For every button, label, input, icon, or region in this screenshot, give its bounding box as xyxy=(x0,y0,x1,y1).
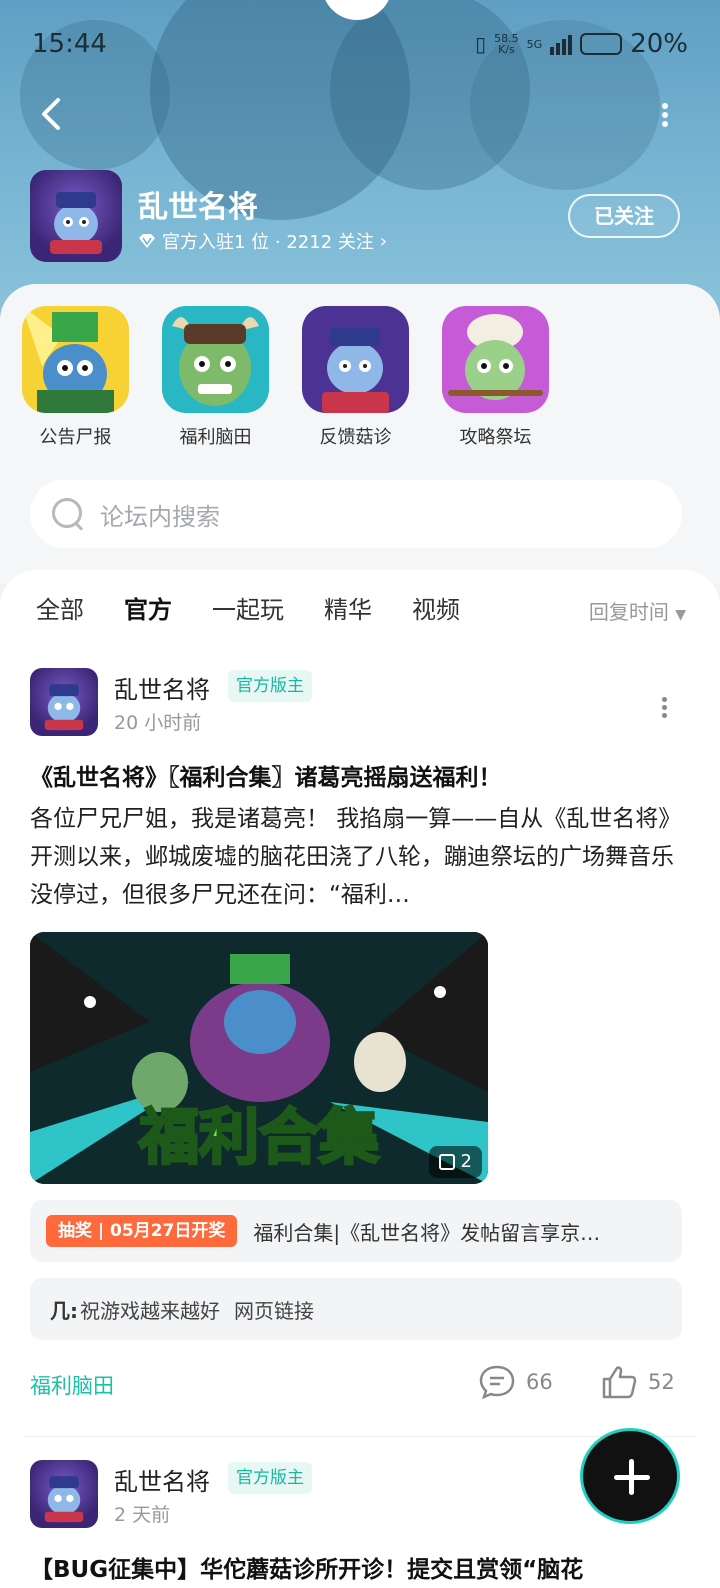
more-options-icon[interactable] xyxy=(660,100,670,130)
post-time: 20 小时前 xyxy=(114,712,202,734)
post-time: 2 天前 xyxy=(114,1504,171,1526)
post-divider xyxy=(24,1436,696,1437)
shortcut-label: 反馈菇诊 xyxy=(319,427,392,448)
comment-button[interactable]: 66 xyxy=(478,1364,553,1400)
post-body[interactable]: 各位尸兄尸姐，我是诸葛亮！ 我掐扇一算——自从《乱世名将》开测以来，邺城废墟的脑… xyxy=(30,800,682,914)
lottery-text: 福利合集|《乱世名将》发帖留言享京… xyxy=(253,1220,601,1245)
comment-user: 几: xyxy=(50,1298,78,1323)
shortcut-welfare[interactable]: 福利脑田 xyxy=(162,306,269,449)
like-count: 52 xyxy=(648,1370,675,1394)
post-image[interactable]: 福利合集 2 xyxy=(30,932,488,1184)
vibrate-icon: ▯ xyxy=(475,32,487,56)
image-banner-text: 福利合集 xyxy=(138,1104,379,1171)
signal-icon xyxy=(550,33,573,55)
diamond-icon xyxy=(139,234,155,248)
author-name[interactable]: 乱世名将 xyxy=(114,670,210,705)
shortcut-feedback[interactable]: 反馈菇诊 xyxy=(302,306,409,449)
game-meta-text: 官方入驻1 位 · 2212 关注 xyxy=(162,232,374,253)
author-avatar[interactable] xyxy=(30,1460,98,1528)
net-speed: 58.5 K/s xyxy=(494,33,519,55)
sort-label: 回复时间 xyxy=(588,600,669,624)
search-input[interactable]: 论坛内搜索 xyxy=(30,480,682,548)
comment-count: 66 xyxy=(526,1370,553,1394)
author-name[interactable]: 乱世名将 xyxy=(114,1462,210,1497)
search-icon xyxy=(50,496,86,532)
shortcut-announcement[interactable]: 公告尸报 xyxy=(22,306,129,449)
comment-link[interactable]: 网页链接 xyxy=(234,1295,314,1324)
status-right: ▯ 58.5 K/s 5G 20% xyxy=(475,29,688,59)
moderator-badge: 官方版主 xyxy=(228,670,312,702)
hot-comment[interactable]: 几: 祝游戏越来越好 网页链接 xyxy=(30,1278,682,1340)
category-tabs: 全部 官方 一起玩 精华 视频 xyxy=(36,590,460,630)
section-shortcuts: 公告尸报 福利脑田 反馈菇诊 攻略祭坛 xyxy=(22,306,549,449)
new-post-button[interactable] xyxy=(580,1428,680,1524)
post-footer: 福利脑田 66 52 xyxy=(30,1364,682,1404)
net-speed-unit: K/s xyxy=(498,43,515,56)
welfare-banner-art: 福利合集 xyxy=(30,932,488,1184)
post-title[interactable]: 《乱世名将》〖福利合集〗诸葛亮摇扇送福利！ xyxy=(30,758,502,792)
battery-percent: 20% xyxy=(630,29,688,59)
comment-text: 祝游戏越来越好 xyxy=(80,1298,220,1323)
game-title: 乱世名将 xyxy=(138,190,258,225)
image-count-badge: 2 xyxy=(428,1146,482,1178)
caret-down-icon: ▼ xyxy=(675,607,686,623)
like-button[interactable]: 52 xyxy=(600,1364,675,1400)
chevron-right-icon: › xyxy=(379,230,388,252)
zombie-scholar-icon xyxy=(302,306,409,413)
tab-featured[interactable]: 精华 xyxy=(324,590,372,626)
forum-tag[interactable]: 福利脑田 xyxy=(30,1370,114,1400)
thumbs-up-icon xyxy=(602,1366,637,1399)
author-avatar[interactable] xyxy=(30,668,98,736)
comment-icon xyxy=(479,1365,515,1400)
image-icon xyxy=(438,1154,455,1170)
shortcut-label: 攻略祭坛 xyxy=(459,427,532,448)
shortcut-label: 福利脑田 xyxy=(179,427,252,448)
zombie-general-icon xyxy=(22,306,129,413)
network-type: 5G xyxy=(526,37,543,51)
shortcut-label: 公告尸报 xyxy=(39,427,112,448)
sort-dropdown[interactable]: 回复时间 ▼ xyxy=(589,596,686,625)
tab-play-together[interactable]: 一起玩 xyxy=(212,590,284,626)
tab-video[interactable]: 视频 xyxy=(412,590,460,626)
follow-button[interactable]: 已关注 xyxy=(568,194,680,238)
zombie-scholar-art xyxy=(50,192,102,254)
moderator-badge: 官方版主 xyxy=(228,1462,312,1494)
search-placeholder: 论坛内搜索 xyxy=(100,502,220,531)
tab-all[interactable]: 全部 xyxy=(36,590,84,626)
status-bar: 15:44 ▯ 58.5 K/s 5G 20% xyxy=(32,24,688,64)
zombie-ogre-icon xyxy=(162,306,269,413)
forum-page: 15:44 ▯ 58.5 K/s 5G 20% 乱世名将 官方入驻1 位 · 2… xyxy=(0,0,720,1588)
post-more-icon[interactable] xyxy=(662,694,668,721)
game-avatar[interactable] xyxy=(30,170,122,262)
lottery-tag: 抽奖 | 05月27日开奖 xyxy=(46,1215,238,1247)
zombie-chef-icon xyxy=(442,306,549,413)
back-arrow-icon[interactable] xyxy=(36,96,66,132)
post-title[interactable]: 【BUG征集中】华佗蘑菇诊所开诊！提交且赏领“脑花 xyxy=(30,1550,583,1584)
game-meta[interactable]: 官方入驻1 位 · 2212 关注 › xyxy=(138,228,387,254)
shortcut-guide[interactable]: 攻略祭坛 xyxy=(442,306,549,449)
status-time: 15:44 xyxy=(32,29,107,59)
image-count: 2 xyxy=(460,1151,472,1172)
lottery-card[interactable]: 抽奖 | 05月27日开奖 福利合集|《乱世名将》发帖留言享京… xyxy=(30,1200,682,1262)
post-header: 乱世名将 官方版主 20 小时前 xyxy=(30,668,682,748)
tab-official[interactable]: 官方 xyxy=(124,590,172,630)
battery-icon xyxy=(580,33,623,55)
